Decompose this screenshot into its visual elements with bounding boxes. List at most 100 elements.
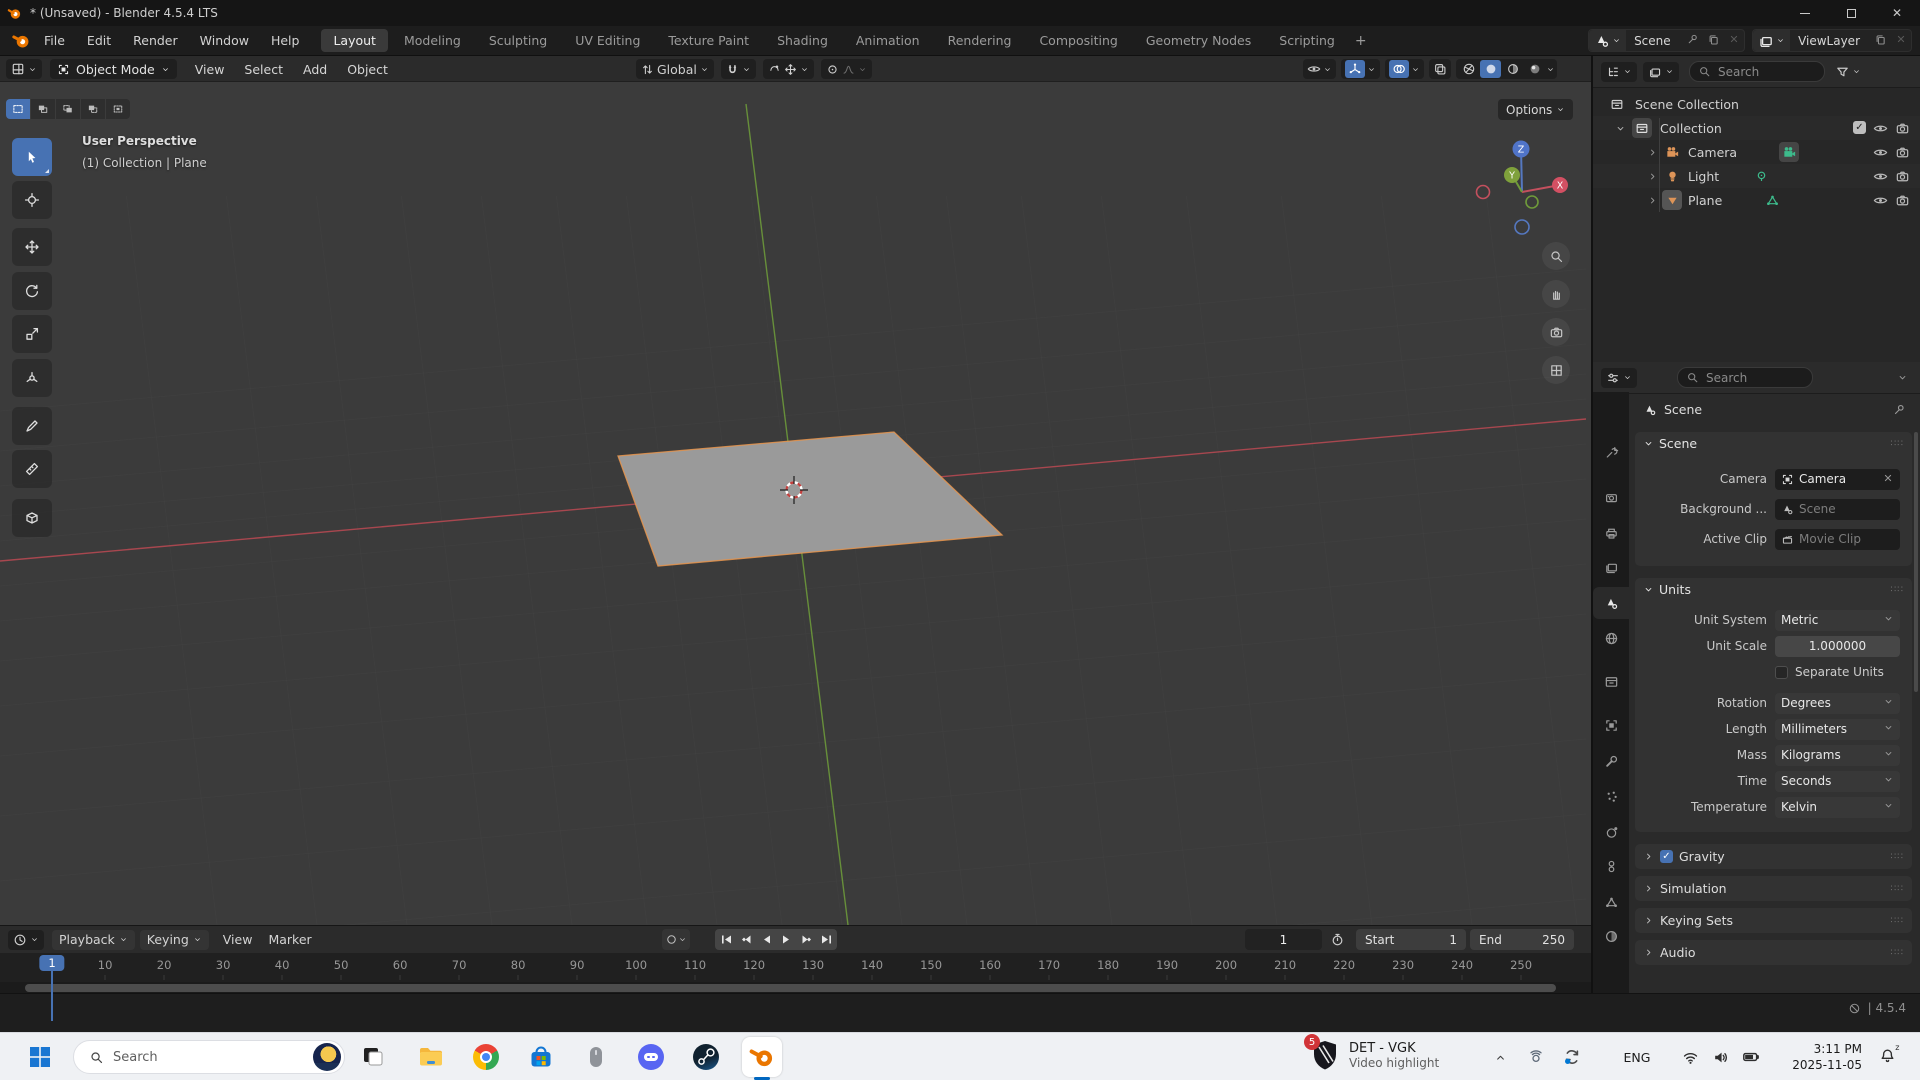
hide-eye-icon[interactable] xyxy=(1873,145,1888,160)
drag-handle[interactable]: ∷∷ xyxy=(1891,948,1904,958)
snap-toggle[interactable] xyxy=(721,59,756,79)
tab-render[interactable] xyxy=(1593,481,1629,513)
scene-activeclip-field[interactable]: Movie Clip xyxy=(1775,529,1900,550)
current-frame-field[interactable]: 1 xyxy=(1245,929,1322,950)
mouse-settings-icon[interactable] xyxy=(580,1041,612,1073)
tab-particles[interactable] xyxy=(1593,780,1629,812)
properties-editor-type-button[interactable] xyxy=(1601,368,1637,388)
taskbar-search[interactable]: Search xyxy=(73,1040,345,1074)
tab-view-layer[interactable] xyxy=(1593,551,1629,583)
scene-panel-header[interactable]: Scene ∷∷ xyxy=(1635,432,1912,455)
drag-handle[interactable]: ∷∷ xyxy=(1891,852,1904,862)
outliner-editor-type-button[interactable] xyxy=(1601,62,1637,82)
scene-name[interactable]: Scene xyxy=(1626,34,1682,48)
zoom-view-button[interactable] xyxy=(1542,242,1570,270)
proportional-edit-toggle[interactable] xyxy=(821,59,872,79)
menu-item[interactable]: Render xyxy=(133,33,178,48)
timeline-editor-type-button[interactable] xyxy=(8,930,44,950)
notification-bell-icon[interactable]: z xyxy=(1874,1041,1900,1073)
audio-panel[interactable]: Audio ∷∷ xyxy=(1635,940,1912,965)
properties-search-input[interactable] xyxy=(1704,370,1804,386)
outliner-search-input[interactable] xyxy=(1716,64,1816,80)
viewport-menu-item[interactable]: Select xyxy=(244,62,283,77)
tab-scene[interactable] xyxy=(1593,587,1629,619)
hide-eye-icon[interactable] xyxy=(1873,169,1888,184)
timeline-view-menu[interactable]: View xyxy=(223,932,253,947)
select-mode-extend[interactable] xyxy=(56,99,80,119)
outliner-row-plane[interactable]: Plane xyxy=(1593,188,1920,212)
plane-object[interactable] xyxy=(618,432,1002,566)
chrome-icon[interactable] xyxy=(470,1041,502,1073)
tool-add-cube[interactable] xyxy=(12,499,52,537)
camera-view-button[interactable] xyxy=(1542,318,1570,346)
workspace-tab[interactable]: Sculpting xyxy=(477,29,559,52)
file-explorer-icon[interactable] xyxy=(415,1041,447,1073)
menu-item[interactable]: Window xyxy=(200,33,249,48)
tab-object-data[interactable] xyxy=(1593,886,1629,918)
tab-output[interactable] xyxy=(1593,517,1629,549)
viewlayer-copy-button[interactable] xyxy=(1870,33,1891,49)
drag-handle[interactable]: ∷∷ xyxy=(1891,439,1904,449)
workspace-tab[interactable]: Animation xyxy=(844,29,932,52)
pan-view-button[interactable] xyxy=(1542,280,1570,308)
tab-tool[interactable] xyxy=(1593,436,1629,468)
tool-annotate[interactable] xyxy=(12,407,52,445)
gravity-panel[interactable]: ✓ Gravity ∷∷ xyxy=(1635,844,1912,869)
play-reverse-button[interactable] xyxy=(757,931,775,948)
workspace-tab[interactable]: Texture Paint xyxy=(656,29,761,52)
scene-copy-button[interactable] xyxy=(1703,33,1724,49)
overlays-toggle[interactable] xyxy=(1385,59,1424,79)
auto-keying-toggle[interactable] xyxy=(662,929,690,950)
expand-arrow-icon[interactable] xyxy=(1615,123,1626,134)
select-mode-tweak[interactable] xyxy=(6,99,30,119)
volume-icon[interactable] xyxy=(1708,1041,1732,1073)
units-panel-header[interactable]: Units ∷∷ xyxy=(1635,578,1912,601)
workspace-tab[interactable]: Scripting xyxy=(1267,29,1347,52)
tool-select-box[interactable] xyxy=(12,138,52,176)
options-button[interactable]: Options xyxy=(1498,99,1573,120)
tray-language[interactable]: ENG xyxy=(1620,1041,1654,1073)
scene-unlink-button[interactable] xyxy=(1724,33,1744,48)
mode-dropdown[interactable]: Object Mode xyxy=(50,59,177,79)
workspace-tab[interactable]: Geometry Nodes xyxy=(1134,29,1263,52)
workspace-tab[interactable]: Layout xyxy=(321,29,388,52)
workspace-tab[interactable]: Rendering xyxy=(936,29,1024,52)
tool-move[interactable] xyxy=(12,228,52,266)
viewlayer-remove-button[interactable] xyxy=(1891,33,1911,48)
scene-camera-field[interactable]: Camera xyxy=(1775,469,1900,490)
tab-modifiers[interactable] xyxy=(1593,745,1629,777)
select-mode-box[interactable] xyxy=(31,99,55,119)
navigation-gizmo[interactable]: Z X Y xyxy=(1462,129,1582,249)
outliner-row-collection[interactable]: Collection ✓ xyxy=(1593,116,1920,140)
wifi-icon[interactable] xyxy=(1678,1041,1702,1073)
battery-icon[interactable] xyxy=(1738,1041,1764,1073)
properties-scrollbar[interactable] xyxy=(1914,432,1918,692)
rotation-dropdown[interactable]: Degrees xyxy=(1775,693,1900,714)
tool-cursor[interactable] xyxy=(12,181,52,219)
viewport-menu-item[interactable]: Add xyxy=(303,62,327,77)
clear-icon[interactable] xyxy=(1882,472,1894,487)
minimize-button[interactable] xyxy=(1782,0,1828,26)
shading-wireframe-button[interactable] xyxy=(1458,60,1479,78)
tab-world[interactable] xyxy=(1593,622,1629,654)
menu-item[interactable]: Edit xyxy=(87,33,111,48)
close-button[interactable]: ✕ xyxy=(1874,0,1920,26)
mass-dropdown[interactable]: Kilograms xyxy=(1775,745,1900,766)
use-preview-range-toggle[interactable] xyxy=(1330,932,1345,951)
separate-units-checkbox[interactable] xyxy=(1775,666,1788,679)
tab-physics[interactable] xyxy=(1593,816,1629,848)
tool-measure[interactable] xyxy=(12,450,52,488)
expand-arrow-icon[interactable] xyxy=(1647,147,1658,158)
tool-transform[interactable] xyxy=(12,359,52,397)
playback-menu[interactable]: Playback xyxy=(52,930,135,950)
editor-type-button[interactable] xyxy=(6,59,42,79)
jump-to-start-button[interactable] xyxy=(717,931,735,948)
tray-ring-icon[interactable] xyxy=(1524,1041,1548,1073)
xray-toggle[interactable] xyxy=(1429,59,1451,79)
unit-system-dropdown[interactable]: Metric xyxy=(1775,610,1900,631)
drag-handle[interactable]: ∷∷ xyxy=(1891,916,1904,926)
timeline-ruler[interactable]: 1102030405060708090100110120130140150160… xyxy=(0,953,1591,982)
viewport-menu-item[interactable]: View xyxy=(195,62,225,77)
discord-icon[interactable] xyxy=(635,1041,667,1073)
tab-collection[interactable] xyxy=(1593,665,1629,697)
